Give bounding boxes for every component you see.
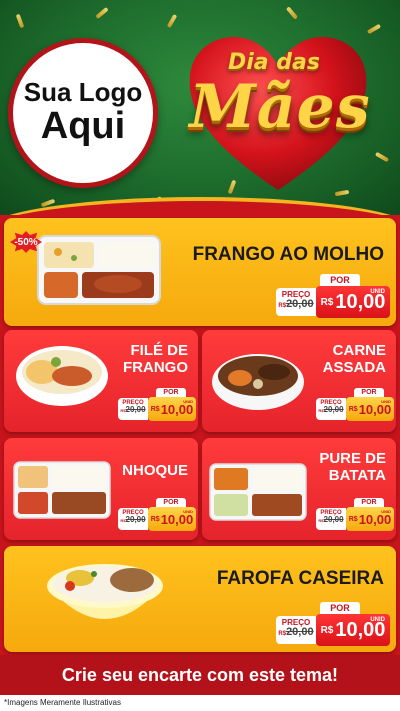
- product-name: PURE DE BATATA: [319, 450, 386, 485]
- cta-banner[interactable]: Crie seu encarte com este tema!: [0, 655, 400, 695]
- currency: R$: [150, 405, 160, 413]
- product-name: FILÉ DE FRANGO: [123, 342, 188, 377]
- product-name-line1: CARNE: [332, 342, 386, 359]
- logo-text-line1: Sua Logo: [23, 77, 143, 108]
- old-price-value: 20,00: [323, 515, 344, 525]
- old-price-value: 20,00: [125, 405, 146, 415]
- currency: R$: [348, 515, 358, 523]
- old-price: PREÇO R$20,00: [118, 508, 148, 530]
- food-bowl-image: [47, 564, 163, 619]
- product-name: FRANGO AO MOLHO: [192, 244, 384, 265]
- unit-label: UNID: [370, 617, 385, 623]
- por-label: POR: [354, 498, 384, 507]
- current-price: R$ 10,00 UNID: [346, 397, 394, 421]
- old-price-value: 20,00: [125, 515, 146, 525]
- old-price-value: 20,00: [286, 298, 314, 311]
- price-block: POR PREÇO R$20,00 R$ 10,00 UNID: [276, 274, 392, 318]
- food-tray-image: [209, 463, 307, 521]
- confetti: [166, 13, 178, 29]
- product-card-carne-assada[interactable]: CARNE ASSADA POR PREÇO R$20,00 R$ 10,00 …: [202, 330, 396, 432]
- confetti: [15, 13, 25, 29]
- price-block: POR PREÇO R$20,00 R$ 10,00 UNID: [276, 602, 392, 646]
- price-block: POR PREÇO R$20,00 R$ 10,00 UNID: [118, 498, 196, 532]
- por-label: POR: [156, 388, 186, 397]
- disclaimer-text: *Imagens Meramente Ilustrativas: [0, 695, 400, 711]
- currency: R$: [320, 296, 334, 308]
- unit-label: UNID: [381, 399, 391, 404]
- food-tray-image: [13, 461, 111, 519]
- old-price: PREÇO R$20,00: [316, 398, 346, 420]
- unit-label: UNID: [370, 289, 385, 295]
- current-price: R$ 10,00 UNID: [148, 397, 196, 421]
- current-price: R$ 10,00 UNID: [316, 286, 390, 318]
- current-price: R$ 10,00 UNID: [148, 507, 196, 531]
- logo-text-line2: Aqui: [40, 104, 126, 147]
- current-price: R$ 10,00 UNID: [346, 507, 394, 531]
- old-currency: R$: [278, 303, 287, 310]
- confetti: [285, 6, 299, 20]
- currency: R$: [320, 624, 334, 636]
- food-bowl-image: [212, 354, 304, 410]
- product-name: NHOQUE: [122, 462, 188, 479]
- currency: R$: [348, 405, 358, 413]
- old-price: PREÇO R$20,00: [118, 398, 148, 420]
- old-price: PREÇO R$20,00: [276, 616, 316, 644]
- por-label: POR: [354, 388, 384, 397]
- product-name-line2: FRANGO: [123, 359, 188, 377]
- product-card-pure-de-batata[interactable]: PURE DE BATATA POR PREÇO R$20,00 R$ 10,0…: [202, 438, 396, 540]
- price-block: POR PREÇO R$20,00 R$ 10,00 UNID: [316, 388, 394, 422]
- product-name: CARNE ASSADA: [323, 342, 386, 377]
- food-bowl-image: [16, 346, 108, 406]
- old-currency: R$: [278, 631, 287, 638]
- por-label: POR: [156, 498, 186, 507]
- old-price-value: 20,00: [323, 405, 344, 415]
- header-banner: Sua Logo Aqui Dia das Mães: [0, 0, 400, 215]
- logo-placeholder: Sua Logo Aqui: [8, 38, 158, 188]
- price-block: POR PREÇO R$20,00 R$ 10,00 UNID: [118, 388, 196, 422]
- product-name-line2: ASSADA: [322, 359, 386, 377]
- old-price: PREÇO R$20,00: [316, 508, 346, 530]
- unit-label: UNID: [183, 509, 193, 514]
- por-label: POR: [320, 602, 360, 614]
- product-name-line1: PURE DE: [319, 450, 386, 467]
- old-price: PREÇO R$20,00: [276, 288, 316, 316]
- unit-label: UNID: [183, 399, 193, 404]
- product-name-line1: FILÉ DE: [130, 342, 188, 359]
- price-block: POR PREÇO R$20,00 R$ 10,00 UNID: [316, 498, 394, 532]
- unit-label: UNID: [381, 509, 391, 514]
- product-card-nhoque[interactable]: NHOQUE POR PREÇO R$20,00 R$ 10,00 UNID: [4, 438, 198, 540]
- food-tray-image: [37, 235, 161, 305]
- old-price-value: 20,00: [286, 626, 314, 639]
- current-price: R$ 10,00 UNID: [316, 614, 390, 646]
- product-name-line2: BATATA: [328, 467, 386, 485]
- title-maes: Mães: [189, 72, 371, 142]
- por-label: POR: [320, 274, 360, 286]
- confetti: [95, 6, 109, 20]
- product-name: FAROFA CASEIRA: [216, 568, 384, 589]
- product-card-file-de-frango[interactable]: FILÉ DE FRANGO POR PREÇO R$20,00 R$ 10,0…: [4, 330, 198, 432]
- currency: R$: [150, 515, 160, 523]
